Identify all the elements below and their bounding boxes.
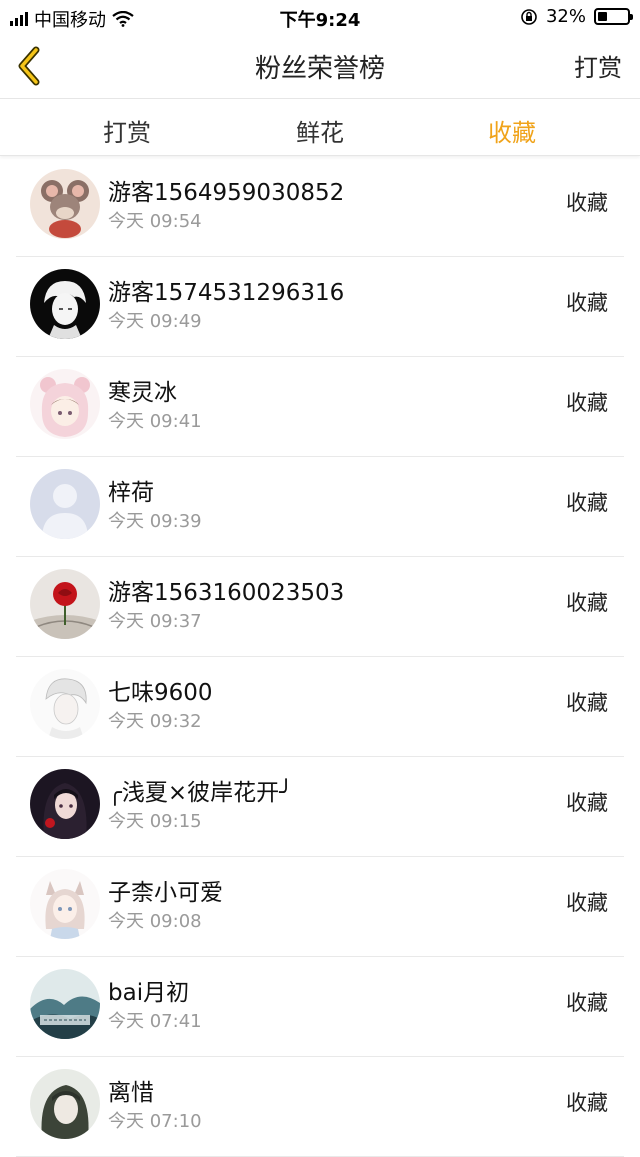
- action-label: 收藏: [566, 691, 608, 715]
- list-item[interactable]: 寒灵冰 今天 09:41 收藏: [16, 357, 624, 457]
- action-label: 收藏: [566, 891, 608, 915]
- user-name: 梓荷: [108, 480, 154, 506]
- user-avatar[interactable]: [30, 869, 100, 939]
- activity-time: 今天 07:41: [108, 1011, 202, 1032]
- action-label: 收藏: [566, 191, 608, 215]
- anime-cat-girl-avatar-icon: [30, 869, 100, 939]
- user-avatar[interactable]: [30, 969, 100, 1039]
- user-name: 子柰小可爱: [108, 880, 223, 906]
- user-name: bai月初: [108, 980, 190, 1006]
- anime-sketch-avatar-icon: [30, 669, 100, 739]
- ink-landscape-avatar-icon: [30, 969, 100, 1039]
- page-title: 粉丝荣誉榜: [254, 54, 385, 84]
- list-item[interactable]: 七味9600 今天 09:32 收藏: [16, 657, 624, 757]
- user-avatar[interactable]: [30, 469, 100, 539]
- user-name: 寒灵冰: [108, 380, 177, 406]
- activity-time: 今天 09:49: [108, 311, 202, 332]
- navigation-bar: 粉丝荣誉榜 打赏: [0, 34, 640, 99]
- red-rose-avatar-icon: [30, 569, 100, 639]
- activity-time: 今天 09:54: [108, 211, 202, 232]
- user-avatar[interactable]: [30, 369, 100, 439]
- action-label: 收藏: [566, 1091, 608, 1115]
- action-label: 收藏: [566, 591, 608, 615]
- activity-time: 今天 09:41: [108, 411, 202, 432]
- user-avatar[interactable]: [30, 269, 100, 339]
- default-user-avatar-icon: [30, 469, 100, 539]
- rotation-lock-icon: [521, 8, 537, 25]
- action-label: 收藏: [566, 491, 608, 515]
- list-item[interactable]: 梓荷 今天 09:39 收藏: [16, 457, 624, 557]
- activity-time: 今天 09:32: [108, 711, 202, 732]
- reward-button[interactable]: 打赏: [574, 48, 622, 83]
- anime-boy-avatar-icon: [30, 269, 100, 339]
- user-name: 游客1574531296316: [108, 280, 345, 306]
- action-label: 收藏: [566, 391, 608, 415]
- ink-portrait-avatar-icon: [30, 1069, 100, 1139]
- status-bar: 中国移动 下午9:24 32%: [0, 0, 640, 34]
- fan-list: 游客1564959030852 今天 09:54 收藏 游客1574531296…: [0, 157, 640, 1157]
- action-label: 收藏: [566, 991, 608, 1015]
- anime-girl-dark-avatar-icon: [30, 769, 100, 839]
- tab-reward[interactable]: 打赏: [103, 113, 151, 148]
- activity-time: 今天 09:08: [108, 911, 202, 932]
- user-name: 游客1563160023503: [108, 580, 345, 606]
- list-item[interactable]: 游客1563160023503 今天 09:37 收藏: [16, 557, 624, 657]
- list-item[interactable]: bai月初 今天 07:41 收藏: [16, 957, 624, 1057]
- action-label: 收藏: [566, 791, 608, 815]
- activity-time: 今天 09:15: [108, 811, 202, 832]
- user-avatar[interactable]: [30, 669, 100, 739]
- tab-favorites[interactable]: 收藏: [488, 113, 536, 148]
- tab-bar: 打赏 鲜花 收藏: [0, 99, 640, 156]
- user-avatar[interactable]: [30, 769, 100, 839]
- user-name: 游客1564959030852: [108, 180, 345, 206]
- status-right: 32%: [520, 6, 633, 27]
- tab-flowers[interactable]: 鲜花: [296, 113, 344, 148]
- battery-percent: 32%: [545, 6, 586, 27]
- cartoon-mouse-avatar-icon: [30, 169, 100, 239]
- activity-time: 今天 09:39: [108, 511, 202, 532]
- user-name: 离惜: [108, 1080, 154, 1106]
- list-item[interactable]: ╭浅夏×彼岸花开╯ 今天 09:15 收藏: [16, 757, 624, 857]
- battery-icon: [594, 8, 633, 25]
- anime-girl-pink-hood-avatar-icon: [30, 369, 100, 439]
- user-avatar[interactable]: [30, 569, 100, 639]
- activity-time: 今天 09:37: [108, 611, 202, 632]
- list-item[interactable]: 游客1564959030852 今天 09:54 收藏: [16, 157, 624, 257]
- user-avatar[interactable]: [30, 1069, 100, 1139]
- activity-time: 今天 07:10: [108, 1111, 202, 1132]
- list-item[interactable]: 游客1574531296316 今天 09:49 收藏: [16, 257, 624, 357]
- list-item[interactable]: 离惜 今天 07:10 收藏: [16, 1057, 624, 1157]
- user-avatar[interactable]: [30, 169, 100, 239]
- action-label: 收藏: [566, 291, 608, 315]
- user-name: 七味9600: [108, 680, 213, 706]
- user-name: ╭浅夏×彼岸花开╯: [108, 780, 293, 806]
- list-item[interactable]: 子柰小可爱 今天 09:08 收藏: [16, 857, 624, 957]
